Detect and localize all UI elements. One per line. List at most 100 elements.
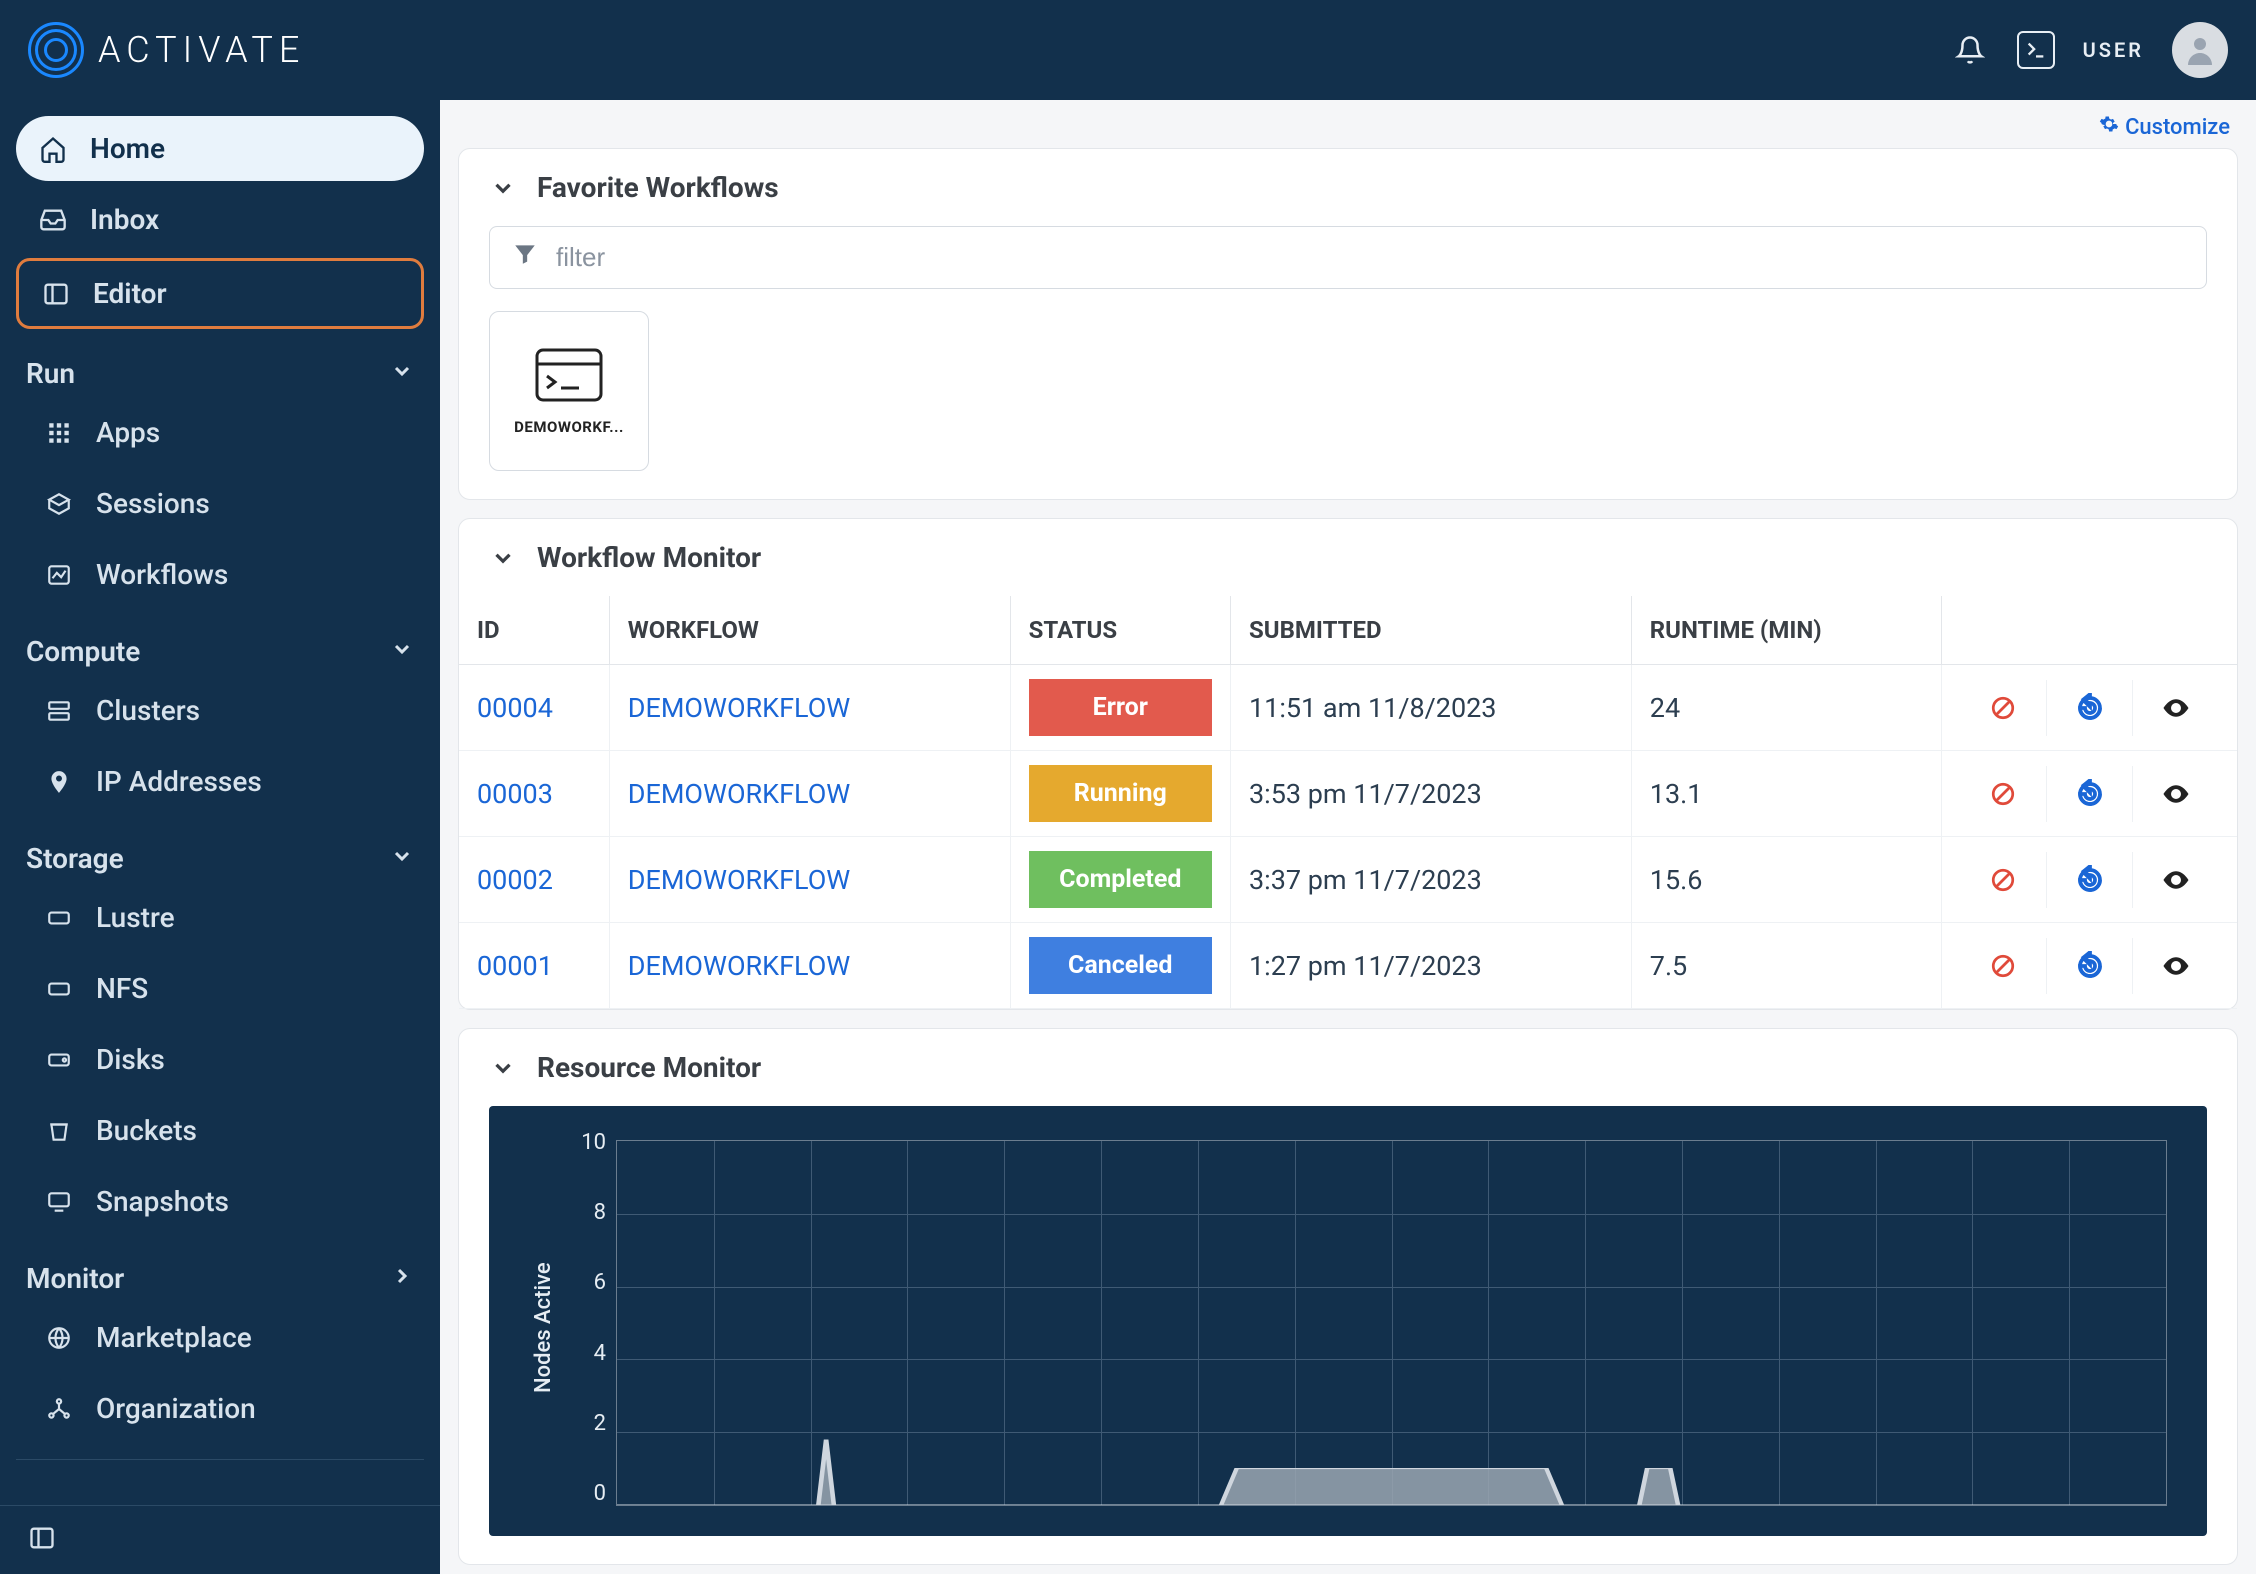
topbar-actions: USER	[1951, 22, 2228, 78]
workflow-id-link[interactable]: 00001	[477, 950, 553, 982]
chart-area-series	[617, 1141, 2166, 1505]
sidebar: Home Inbox Editor Run	[0, 100, 440, 1574]
sidebar-item-label: Disks	[96, 1043, 165, 1076]
table-row: 00002 DEMOWORKFLOW Completed 3:37 pm 11/…	[459, 837, 2237, 923]
workflow-id-link[interactable]: 00003	[477, 778, 553, 810]
sidebar-item-sessions[interactable]: Sessions	[22, 471, 424, 536]
sidebar-item-label: Sessions	[96, 487, 210, 520]
workflow-id-link[interactable]: 00002	[477, 864, 553, 896]
sidebar-item-label: Clusters	[96, 694, 200, 727]
sidebar-item-disks[interactable]: Disks	[22, 1027, 424, 1092]
eye-icon[interactable]	[2132, 680, 2218, 736]
collapse-icon[interactable]	[28, 1537, 56, 1556]
sidebar-group-label: Monitor	[26, 1262, 124, 1295]
eye-icon[interactable]	[2132, 852, 2218, 908]
filter-container	[489, 226, 2207, 289]
cancel-icon[interactable]	[1960, 938, 2046, 994]
sidebar-group-label: Run	[26, 357, 75, 390]
location-icon	[44, 767, 74, 797]
panel-title: Resource Monitor	[537, 1051, 761, 1084]
workflow-id-link[interactable]: 00004	[477, 692, 553, 724]
table-column-header	[1942, 596, 2237, 665]
filter-icon	[512, 241, 538, 274]
y-tick-label: 6	[556, 1270, 606, 1295]
disk-icon	[44, 903, 74, 933]
bell-icon[interactable]	[1951, 31, 1989, 69]
chevron-down-icon[interactable]	[489, 174, 517, 202]
sidebar-item-inbox[interactable]: Inbox	[16, 187, 424, 252]
sidebar-item-home[interactable]: Home	[16, 116, 424, 181]
table-column-header: ID	[459, 596, 609, 665]
table-column-header: STATUS	[1010, 596, 1230, 665]
sidebar-item-workflows[interactable]: Workflows	[22, 542, 424, 607]
sidebar-item-buckets[interactable]: Buckets	[22, 1098, 424, 1163]
gear-icon	[2099, 114, 2119, 140]
customize-label: Customize	[2125, 115, 2230, 140]
sidebar-group-storage[interactable]: Storage	[16, 820, 424, 885]
cancel-icon[interactable]	[1960, 766, 2046, 822]
submitted-cell: 3:37 pm 11/7/2023	[1230, 837, 1631, 923]
customize-button[interactable]: Customize	[2099, 114, 2230, 140]
bucket-icon	[44, 1116, 74, 1146]
eye-icon[interactable]	[2132, 938, 2218, 994]
table-row: 00001 DEMOWORKFLOW Canceled 1:27 pm 11/7…	[459, 923, 2237, 1009]
sidebar-item-apps[interactable]: Apps	[22, 400, 424, 465]
y-tick-label: 4	[556, 1341, 606, 1366]
sidebar-item-label: Home	[90, 132, 165, 165]
favorite-card[interactable]: DEMOWORKF...	[489, 311, 649, 471]
inbox-icon	[38, 205, 68, 235]
sidebar-item-label: Workflows	[96, 558, 228, 591]
sidebar-item-clusters[interactable]: Clusters	[22, 678, 424, 743]
logo-icon	[28, 22, 84, 78]
cancel-icon[interactable]	[1960, 852, 2046, 908]
workflow-name-link[interactable]: DEMOWORKFLOW	[628, 692, 850, 724]
submitted-cell: 3:53 pm 11/7/2023	[1230, 751, 1631, 837]
monitor-icon	[44, 1187, 74, 1217]
resource-chart: Nodes Active 1086420	[489, 1106, 2207, 1536]
table-column-header: RUNTIME (MIN)	[1631, 596, 1942, 665]
workflow-name-link[interactable]: DEMOWORKFLOW	[628, 864, 850, 896]
sidebar-item-label: Editor	[93, 277, 167, 310]
sidebar-item-editor[interactable]: Editor	[16, 258, 424, 329]
sidebar-group-monitor[interactable]: Monitor	[16, 1240, 424, 1305]
sidebar-group-run[interactable]: Run	[16, 335, 424, 400]
sidebar-item-label: Lustre	[96, 901, 175, 934]
sidebar-item-nfs[interactable]: NFS	[22, 956, 424, 1021]
favorite-card-label: DEMOWORKF...	[498, 418, 640, 436]
sidebar-footer	[0, 1505, 440, 1574]
sidebar-item-lustre[interactable]: Lustre	[22, 885, 424, 950]
restart-icon[interactable]	[2046, 938, 2132, 994]
chevron-down-icon[interactable]	[489, 1054, 517, 1082]
workflow-name-link[interactable]: DEMOWORKFLOW	[628, 950, 850, 982]
chevron-down-icon	[390, 357, 414, 390]
home-icon	[38, 134, 68, 164]
sidebar-item-label: Inbox	[90, 203, 159, 236]
avatar[interactable]	[2172, 22, 2228, 78]
sidebar-group-label: Compute	[26, 635, 140, 668]
filter-input[interactable]	[556, 242, 2184, 273]
eye-icon[interactable]	[2132, 766, 2218, 822]
cancel-icon[interactable]	[1960, 680, 2046, 736]
brand-logo[interactable]: ACTIVATE	[28, 22, 305, 78]
restart-icon[interactable]	[2046, 852, 2132, 908]
sidebar-item-organization[interactable]: Organization	[22, 1376, 424, 1441]
topbar: ACTIVATE USER	[0, 0, 2256, 100]
sidebar-item-marketplace[interactable]: Marketplace	[22, 1305, 424, 1370]
panel-resource-monitor: Resource Monitor Nodes Active 1086420	[458, 1028, 2238, 1565]
sidebar-item-ipaddresses[interactable]: IP Addresses	[22, 749, 424, 814]
chevron-right-icon	[390, 1262, 414, 1295]
grid-icon	[44, 418, 74, 448]
runtime-cell: 15.6	[1631, 837, 1942, 923]
sidebar-item-label: Marketplace	[96, 1321, 252, 1354]
restart-icon[interactable]	[2046, 766, 2132, 822]
sidebar-item-snapshots[interactable]: Snapshots	[22, 1169, 424, 1234]
restart-icon[interactable]	[2046, 680, 2132, 736]
chevron-down-icon[interactable]	[489, 544, 517, 572]
status-badge: Error	[1029, 679, 1212, 736]
runtime-cell: 13.1	[1631, 751, 1942, 837]
table-row: 00004 DEMOWORKFLOW Error 11:51 am 11/8/2…	[459, 665, 2237, 751]
terminal-icon[interactable]	[2017, 31, 2055, 69]
workflow-name-link[interactable]: DEMOWORKFLOW	[628, 778, 850, 810]
sidebar-item-label: NFS	[96, 972, 148, 1005]
sidebar-group-compute[interactable]: Compute	[16, 613, 424, 678]
